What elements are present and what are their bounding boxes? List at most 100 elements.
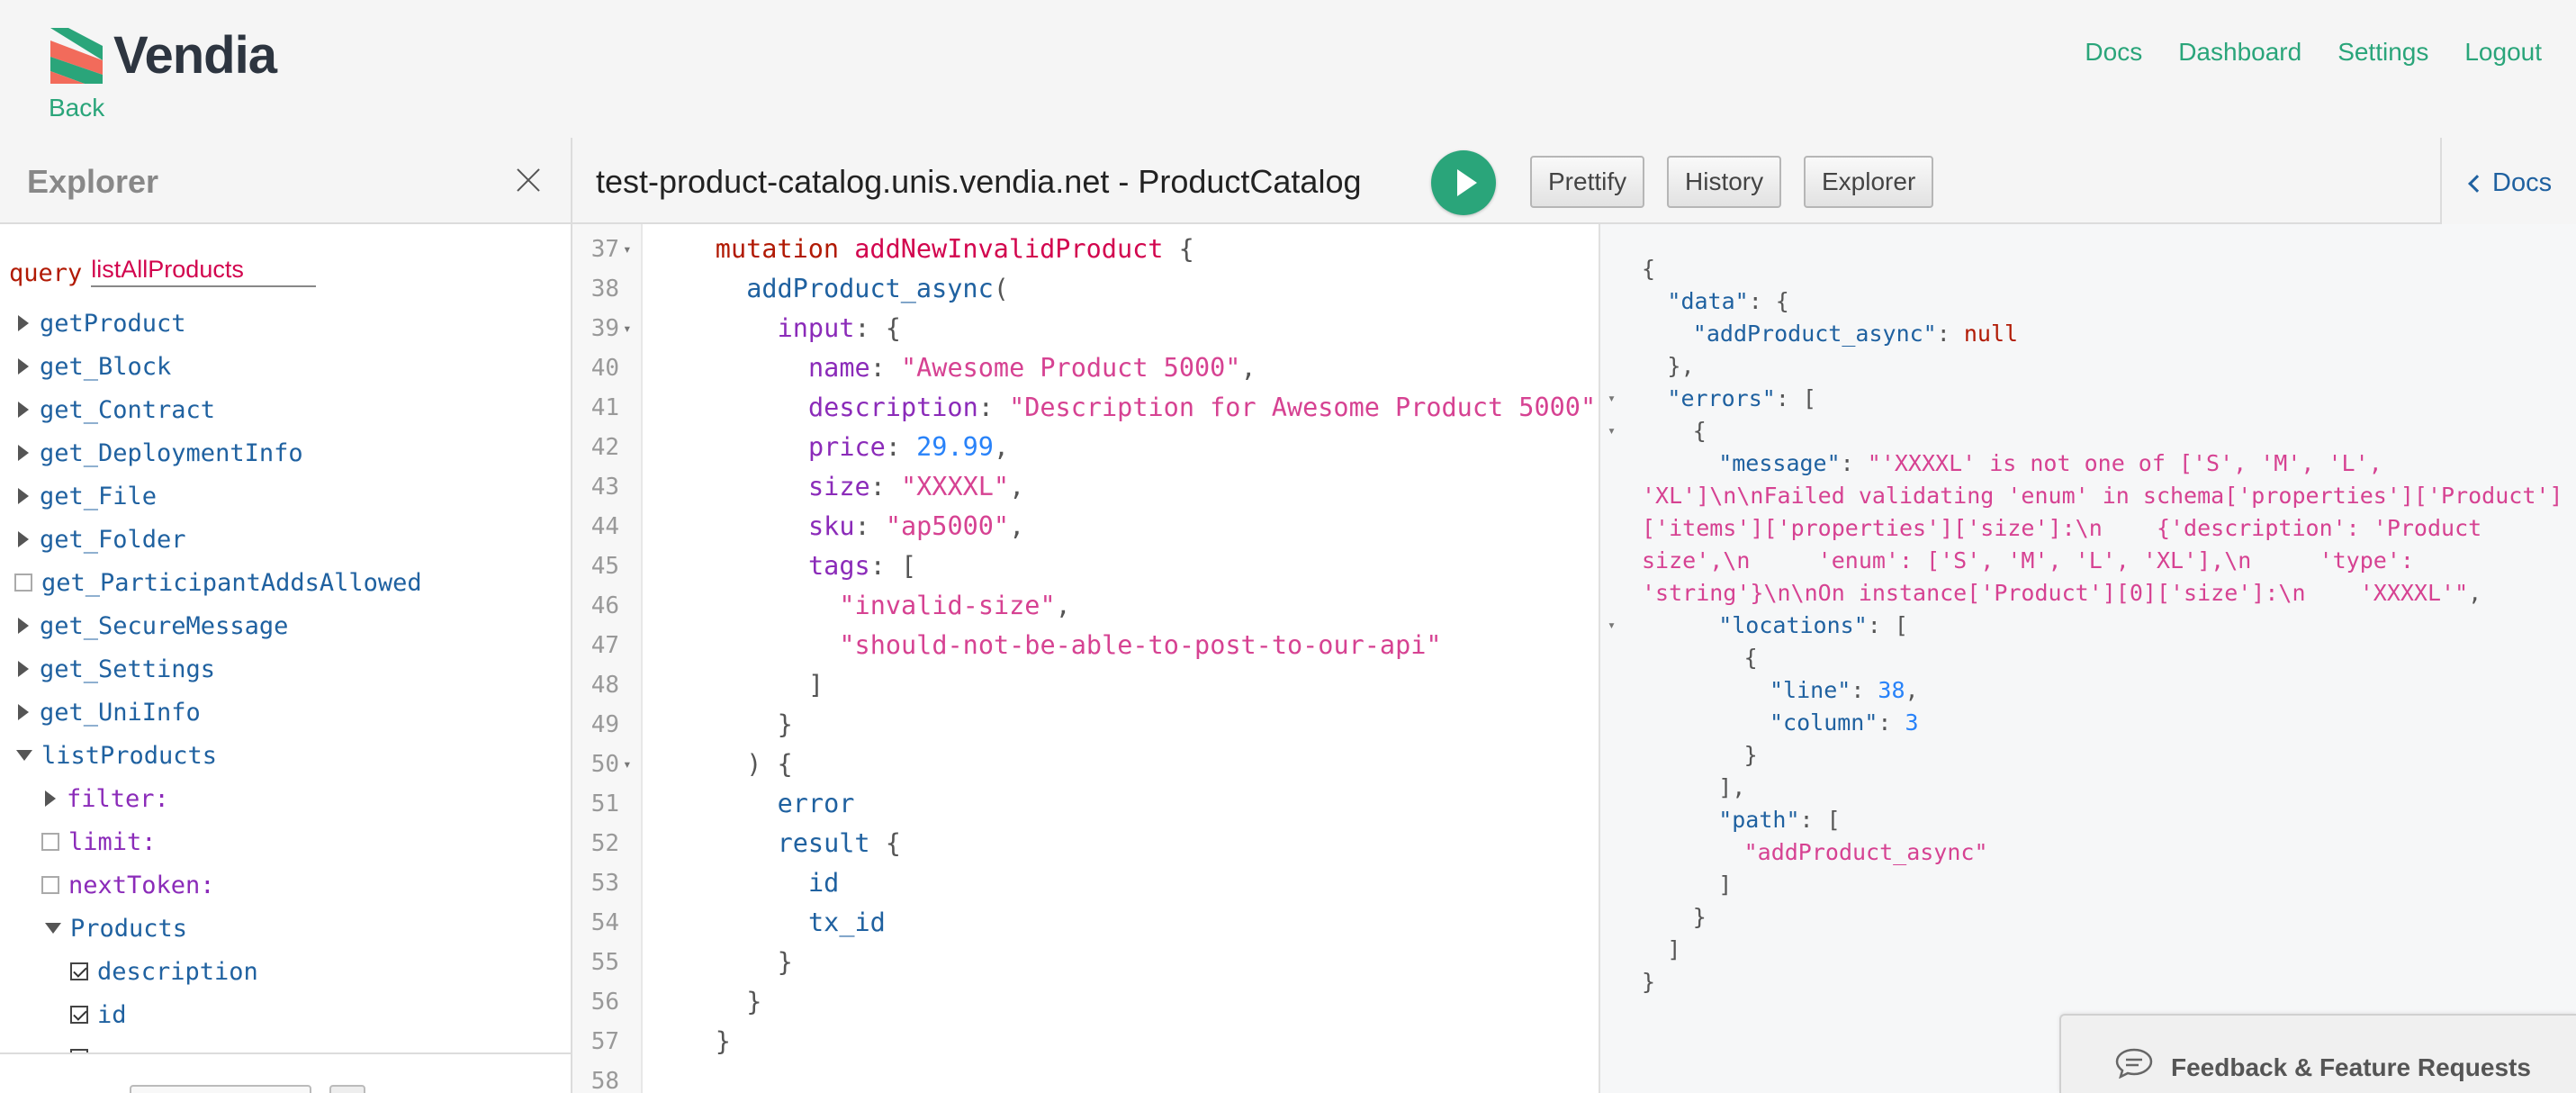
explorer-button[interactable]: Explorer: [1804, 156, 1934, 208]
code-line: 47 "should-not-be-able-to-post-to-our-api…: [572, 626, 1599, 665]
explorer-item[interactable]: id: [0, 993, 571, 1036]
operation-select[interactable]: [130, 1085, 311, 1093]
explorer-item-label: get_Block: [40, 352, 172, 381]
code-line: 42 price: 29.99,: [572, 428, 1599, 467]
close-icon[interactable]: [513, 165, 544, 195]
explorer-item-label: get_UniInfo: [40, 698, 201, 727]
explorer-item[interactable]: filter:: [0, 777, 571, 820]
code-text: ]: [808, 665, 824, 705]
docs-button[interactable]: Docs: [2468, 168, 2552, 198]
explorer-item-label: limit:: [68, 827, 157, 856]
code-token: 29.99: [916, 432, 994, 462]
line-number: 49: [590, 711, 619, 738]
explorer-item[interactable]: getProduct: [0, 302, 571, 345]
checkbox-empty-icon[interactable]: [41, 833, 59, 851]
caret-right-icon[interactable]: [18, 488, 29, 504]
nav-dashboard-link[interactable]: Dashboard: [2178, 38, 2301, 67]
code-line: 38 addProduct_async(: [572, 269, 1599, 309]
result-line: ]: [1667, 934, 1680, 966]
explorer-item[interactable]: get_UniInfo: [0, 691, 571, 734]
code-line: 41 description: "Description for Awesome …: [572, 388, 1599, 428]
add-operation-button[interactable]: [329, 1085, 365, 1093]
explorer-item[interactable]: limit:: [0, 820, 571, 863]
feedback-button[interactable]: Feedback & Feature Requests: [2059, 1014, 2576, 1093]
explorer-item[interactable]: get_ParticipantAddsAllowed: [0, 561, 571, 604]
checkbox-checked-icon[interactable]: [70, 1006, 88, 1024]
code-line: 39 ▾ input: {: [572, 309, 1599, 348]
result-token: : [: [1867, 612, 1908, 638]
code-text: ) {: [746, 745, 792, 784]
checkbox-empty-icon[interactable]: [14, 574, 32, 592]
fold-arrow-icon[interactable]: ▾: [1608, 422, 1616, 438]
result-token: :: [1936, 321, 1964, 347]
result-line: "column": 3: [1770, 707, 1919, 739]
checkbox-empty-icon[interactable]: [41, 876, 59, 894]
result-token: "message": [1718, 450, 1841, 476]
caret-right-icon[interactable]: [18, 402, 29, 418]
explorer-item[interactable]: get_File: [0, 474, 571, 518]
code-line: 49}: [572, 705, 1599, 745]
code-text: "should-not-be-able-to-post-to-our-api": [839, 626, 1441, 665]
explorer-item[interactable]: get_Settings: [0, 647, 571, 691]
caret-right-icon[interactable]: [18, 445, 29, 461]
code-token: }: [746, 987, 762, 1016]
result-line: "line": 38,: [1770, 674, 1919, 707]
query-editor[interactable]: 37 ▾ mutation addNewInvalidProduct {38 addP…: [572, 224, 1600, 1093]
code-text: id: [808, 863, 839, 903]
result-line: "data": {: [1667, 285, 1788, 318]
caret-right-icon[interactable]: [18, 618, 29, 634]
fold-arrow-icon[interactable]: ▾: [1608, 617, 1616, 633]
caret-down-icon[interactable]: [45, 923, 61, 934]
caret-right-icon[interactable]: [18, 358, 29, 375]
explorer-item[interactable]: nextToken:: [0, 863, 571, 907]
line-number: 43: [590, 474, 619, 501]
caret-right-icon[interactable]: [18, 531, 29, 547]
explorer-item[interactable]: get_Contract: [0, 388, 571, 431]
code-token: "Description for Awesome Product 5000": [1009, 393, 1597, 422]
back-link[interactable]: Back: [49, 94, 104, 122]
nav-logout-link[interactable]: Logout: [2464, 38, 2542, 67]
brand-logo[interactable]: Vendia: [50, 25, 277, 86]
history-button[interactable]: History: [1667, 156, 1782, 208]
code-text: "invalid-size",: [839, 586, 1070, 626]
line-number: 51: [590, 790, 619, 817]
code-token: ) {: [746, 749, 793, 779]
result-token: ,: [1905, 677, 1919, 703]
caret-right-icon[interactable]: [45, 790, 56, 807]
checkbox-checked-icon[interactable]: [70, 962, 88, 980]
line-number: 45: [590, 553, 619, 580]
fold-arrow-icon[interactable]: ▾: [623, 745, 632, 784]
result-viewer[interactable]: {"data": {"addProduct_async": null}, ▾ "er…: [1600, 224, 2576, 1093]
explorer-item[interactable]: Products: [0, 907, 571, 950]
code-line: 37 ▾ mutation addNewInvalidProduct {: [572, 230, 1599, 269]
explorer-item[interactable]: get_SecureMessage: [0, 604, 571, 647]
result-token: "locations": [1718, 612, 1868, 638]
explorer-item[interactable]: get_DeploymentInfo: [0, 431, 571, 474]
code-token: "invalid-size": [839, 591, 1056, 620]
explorer-item[interactable]: get_Block: [0, 345, 571, 388]
fold-arrow-icon[interactable]: ▾: [623, 309, 632, 348]
explorer-item[interactable]: description: [0, 950, 571, 993]
query-name-input[interactable]: listAllProducts: [91, 256, 317, 287]
explorer-item[interactable]: listProducts: [0, 734, 571, 777]
result-line: "message": "'XXXXL' is not one of ['S', …: [1718, 447, 2382, 480]
code-token: {: [1163, 234, 1194, 264]
result-token: :: [1878, 709, 1905, 736]
play-icon[interactable]: [1431, 150, 1496, 215]
nav-settings-link[interactable]: Settings: [2337, 38, 2428, 67]
caret-down-icon[interactable]: [16, 750, 32, 761]
prettify-button[interactable]: Prettify: [1530, 156, 1645, 208]
fold-arrow-icon[interactable]: ▾: [1608, 390, 1616, 406]
caret-right-icon[interactable]: [18, 661, 29, 677]
result-token: {: [1743, 645, 1758, 671]
result-token: ],: [1718, 774, 1746, 800]
code-token: ,: [1055, 591, 1071, 620]
explorer-item[interactable]: get_Folder: [0, 518, 571, 561]
code-token: name: [808, 353, 870, 383]
caret-right-icon[interactable]: [18, 704, 29, 720]
result-line: ],: [1718, 772, 1745, 804]
fold-arrow-icon[interactable]: ▾: [623, 230, 632, 269]
caret-right-icon[interactable]: [18, 315, 29, 331]
result-token: ['items']['properties']['size']:\n {'des…: [1642, 515, 2482, 541]
nav-docs-link[interactable]: Docs: [2085, 38, 2142, 67]
